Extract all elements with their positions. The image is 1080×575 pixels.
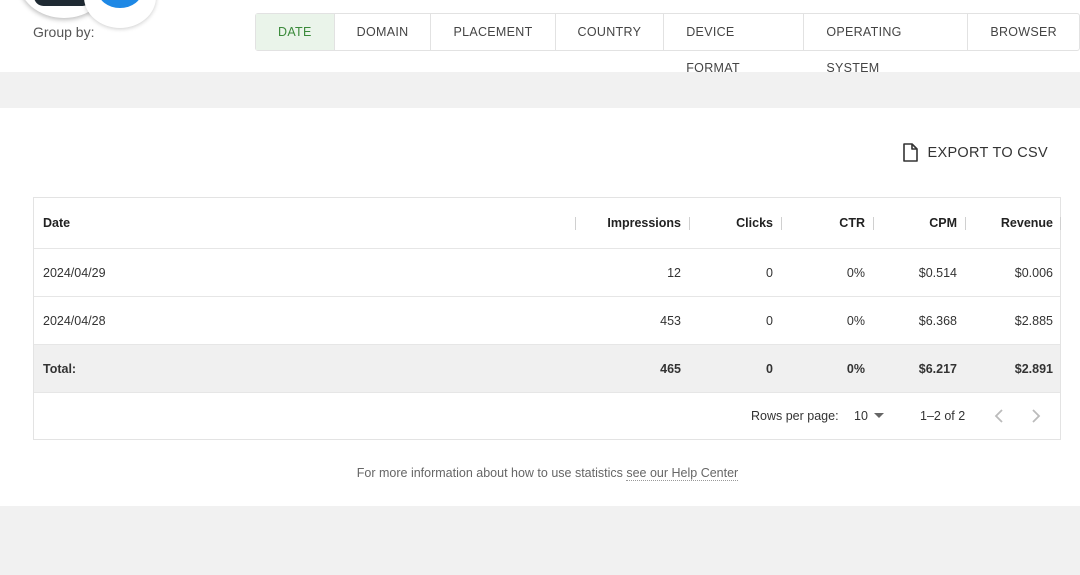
group-by-panel: Group by: DATE DOMAIN PLACEMENT COUNTRY … [0,0,1080,75]
column-header-clicks[interactable]: Clicks [684,198,773,248]
previous-page-button[interactable] [994,393,1004,439]
export-csv-label: EXPORT TO CSV [927,144,1048,161]
rows-per-page-value: 10 [854,409,868,423]
tab-device-format[interactable]: DEVICE FORMAT [664,14,805,75]
total-impressions: 465 [660,361,681,376]
statistics-table: Date Impressions Clicks CTR CPM Revenue … [33,197,1061,440]
cell-date: 2024/04/29 [43,265,106,280]
cell-impressions: 453 [660,313,681,328]
rows-per-page-label: Rows per page: [751,409,839,423]
column-header-date[interactable]: Date [43,198,443,248]
file-icon [902,143,918,162]
table-row: 2024/04/29 12 0 0% $0.514 $0.006 [34,249,1060,297]
help-text: For more information about how to use st… [356,466,627,480]
cell-cpm: $0.514 [918,265,957,280]
tab-date[interactable]: DATE [256,14,335,50]
pagination-range: 1–2 of 2 [920,409,966,423]
tab-placement[interactable]: PLACEMENT [431,14,556,50]
column-separator[interactable] [1060,217,1061,230]
table-row: 2024/04/28 453 0 0% $6.368 $2.885 [34,297,1060,345]
chevron-right-icon [1032,409,1041,423]
column-header-impressions[interactable]: Impressions [564,198,681,248]
caret-down-icon [873,413,884,418]
table-pagination: Rows per page: 10 1–2 of 2 [34,393,1060,439]
rows-per-page-select[interactable]: 10 [854,393,884,439]
tab-operating-system[interactable]: OPERATING SYSTEM [804,14,969,75]
total-ctr: 0% [846,361,865,376]
cell-revenue: $0.006 [1014,265,1053,280]
group-by-tabs: DATE DOMAIN PLACEMENT COUNTRY DEVICE FOR… [255,13,1080,75]
table-header: Date Impressions Clicks CTR CPM Revenue [34,198,1061,249]
help-note: For more information about how to use st… [0,466,1080,481]
next-page-button[interactable] [1031,393,1041,439]
column-header-ctr[interactable]: CTR [776,198,865,248]
tab-country[interactable]: COUNTRY [556,14,665,50]
help-center-link[interactable]: see our Help Center [626,466,739,481]
messenger-button[interactable] [84,0,156,28]
cell-revenue: $2.885 [1014,313,1053,328]
cell-impressions: 12 [667,265,681,280]
group-by-label: Group by: [33,24,95,40]
tab-domain[interactable]: DOMAIN [335,14,432,50]
column-header-revenue[interactable]: Revenue [960,198,1053,248]
cell-ctr: 0% [846,313,865,328]
tab-browser[interactable]: BROWSER [968,14,1079,50]
total-clicks: 0 [766,361,773,376]
cell-clicks: 0 [766,265,773,280]
cell-cpm: $6.368 [918,313,957,328]
cell-date: 2024/04/28 [43,313,106,328]
column-header-cpm[interactable]: CPM [868,198,957,248]
total-revenue: $2.891 [1014,361,1053,376]
cell-clicks: 0 [766,313,773,328]
total-label: Total: [43,361,77,376]
table-total-row: Total: 465 0 0% $6.217 $2.891 [34,345,1060,393]
export-csv-button[interactable]: EXPORT TO CSV [902,143,1048,162]
total-cpm: $6.217 [918,361,957,376]
chevron-left-icon [994,409,1003,423]
cell-ctr: 0% [846,265,865,280]
statistics-panel: EXPORT TO CSV Date Impressions Clicks CT… [0,108,1080,506]
messenger-icon [98,0,142,8]
